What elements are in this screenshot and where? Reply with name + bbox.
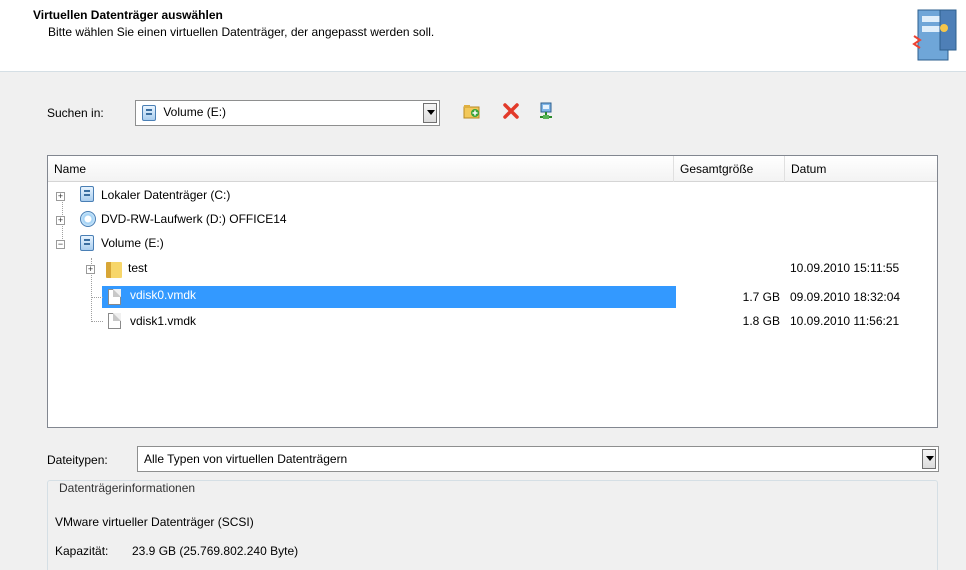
file-icon <box>108 289 121 305</box>
new-folder-icon[interactable] <box>463 102 481 120</box>
row-date: 10.09.2010 15:11:55 <box>790 261 900 275</box>
disk-type: VMware virtueller Datenträger (SCSI) <box>55 515 254 529</box>
disk-info-title: Datenträgerinformationen <box>55 481 200 495</box>
column-header-name[interactable]: Name <box>48 156 674 182</box>
dvd-icon <box>80 211 96 227</box>
tree-item-drive-e[interactable]: Volume (E:) <box>101 236 164 250</box>
filetypes-label: Dateitypen: <box>47 453 108 467</box>
search-location-value: Volume (E:) <box>163 105 227 120</box>
row-size: 1.8 GB <box>742 314 780 328</box>
tree-item-drive-d[interactable]: DVD-RW-Laufwerk (D:) OFFICE14 <box>101 212 287 226</box>
file-icon <box>108 313 121 329</box>
column-header-date[interactable]: Datum <box>785 156 939 182</box>
drive-icon <box>80 186 94 202</box>
tree-item-drive-c[interactable]: Lokaler Datenträger (C:) <box>101 188 230 202</box>
collapse-icon[interactable]: − <box>56 240 65 249</box>
delete-icon[interactable] <box>502 102 520 120</box>
tree-item-test[interactable]: test <box>128 261 147 275</box>
tree-item-vdisk1[interactable]: vdisk1.vmdk <box>130 314 196 328</box>
filetypes-value: Alle Typen von virtuellen Datenträgern <box>144 452 348 466</box>
row-size: 1.7 GB <box>742 290 780 304</box>
wizard-header: Virtuellen Datenträger auswählen Bitte w… <box>0 0 966 72</box>
capacity-value: 23.9 GB (25.769.802.240 Byte) <box>132 544 299 558</box>
capacity-label: Kapazität: <box>55 544 109 558</box>
expand-icon[interactable]: + <box>56 192 65 201</box>
search-label: Suchen in: <box>47 106 104 120</box>
tree-item-vdisk0[interactable]: vdisk0.vmdk <box>130 288 196 302</box>
row-date: 09.09.2010 18:32:04 <box>790 290 901 304</box>
expand-icon[interactable]: + <box>56 216 65 225</box>
network-drive-icon[interactable] <box>537 102 555 120</box>
row-date: 10.09.2010 11:56:21 <box>790 314 900 328</box>
folder-icon <box>106 262 122 278</box>
page-subtitle: Bitte wählen Sie einen virtuellen Datent… <box>48 25 435 39</box>
disk-wizard-icon <box>912 9 957 61</box>
drive-icon <box>80 235 94 251</box>
chevron-down-icon[interactable] <box>423 103 437 123</box>
list-header: Name Gesamtgröße Datum <box>48 156 937 182</box>
drive-icon <box>142 105 156 121</box>
page-title: Virtuellen Datenträger auswählen <box>33 8 223 22</box>
expand-icon[interactable]: + <box>86 265 95 274</box>
search-location-select[interactable]: Volume (E:) <box>135 100 440 126</box>
column-header-size[interactable]: Gesamtgröße <box>674 156 785 182</box>
chevron-down-icon[interactable] <box>922 449 936 469</box>
filetypes-select[interactable]: Alle Typen von virtuellen Datenträgern <box>137 446 939 472</box>
